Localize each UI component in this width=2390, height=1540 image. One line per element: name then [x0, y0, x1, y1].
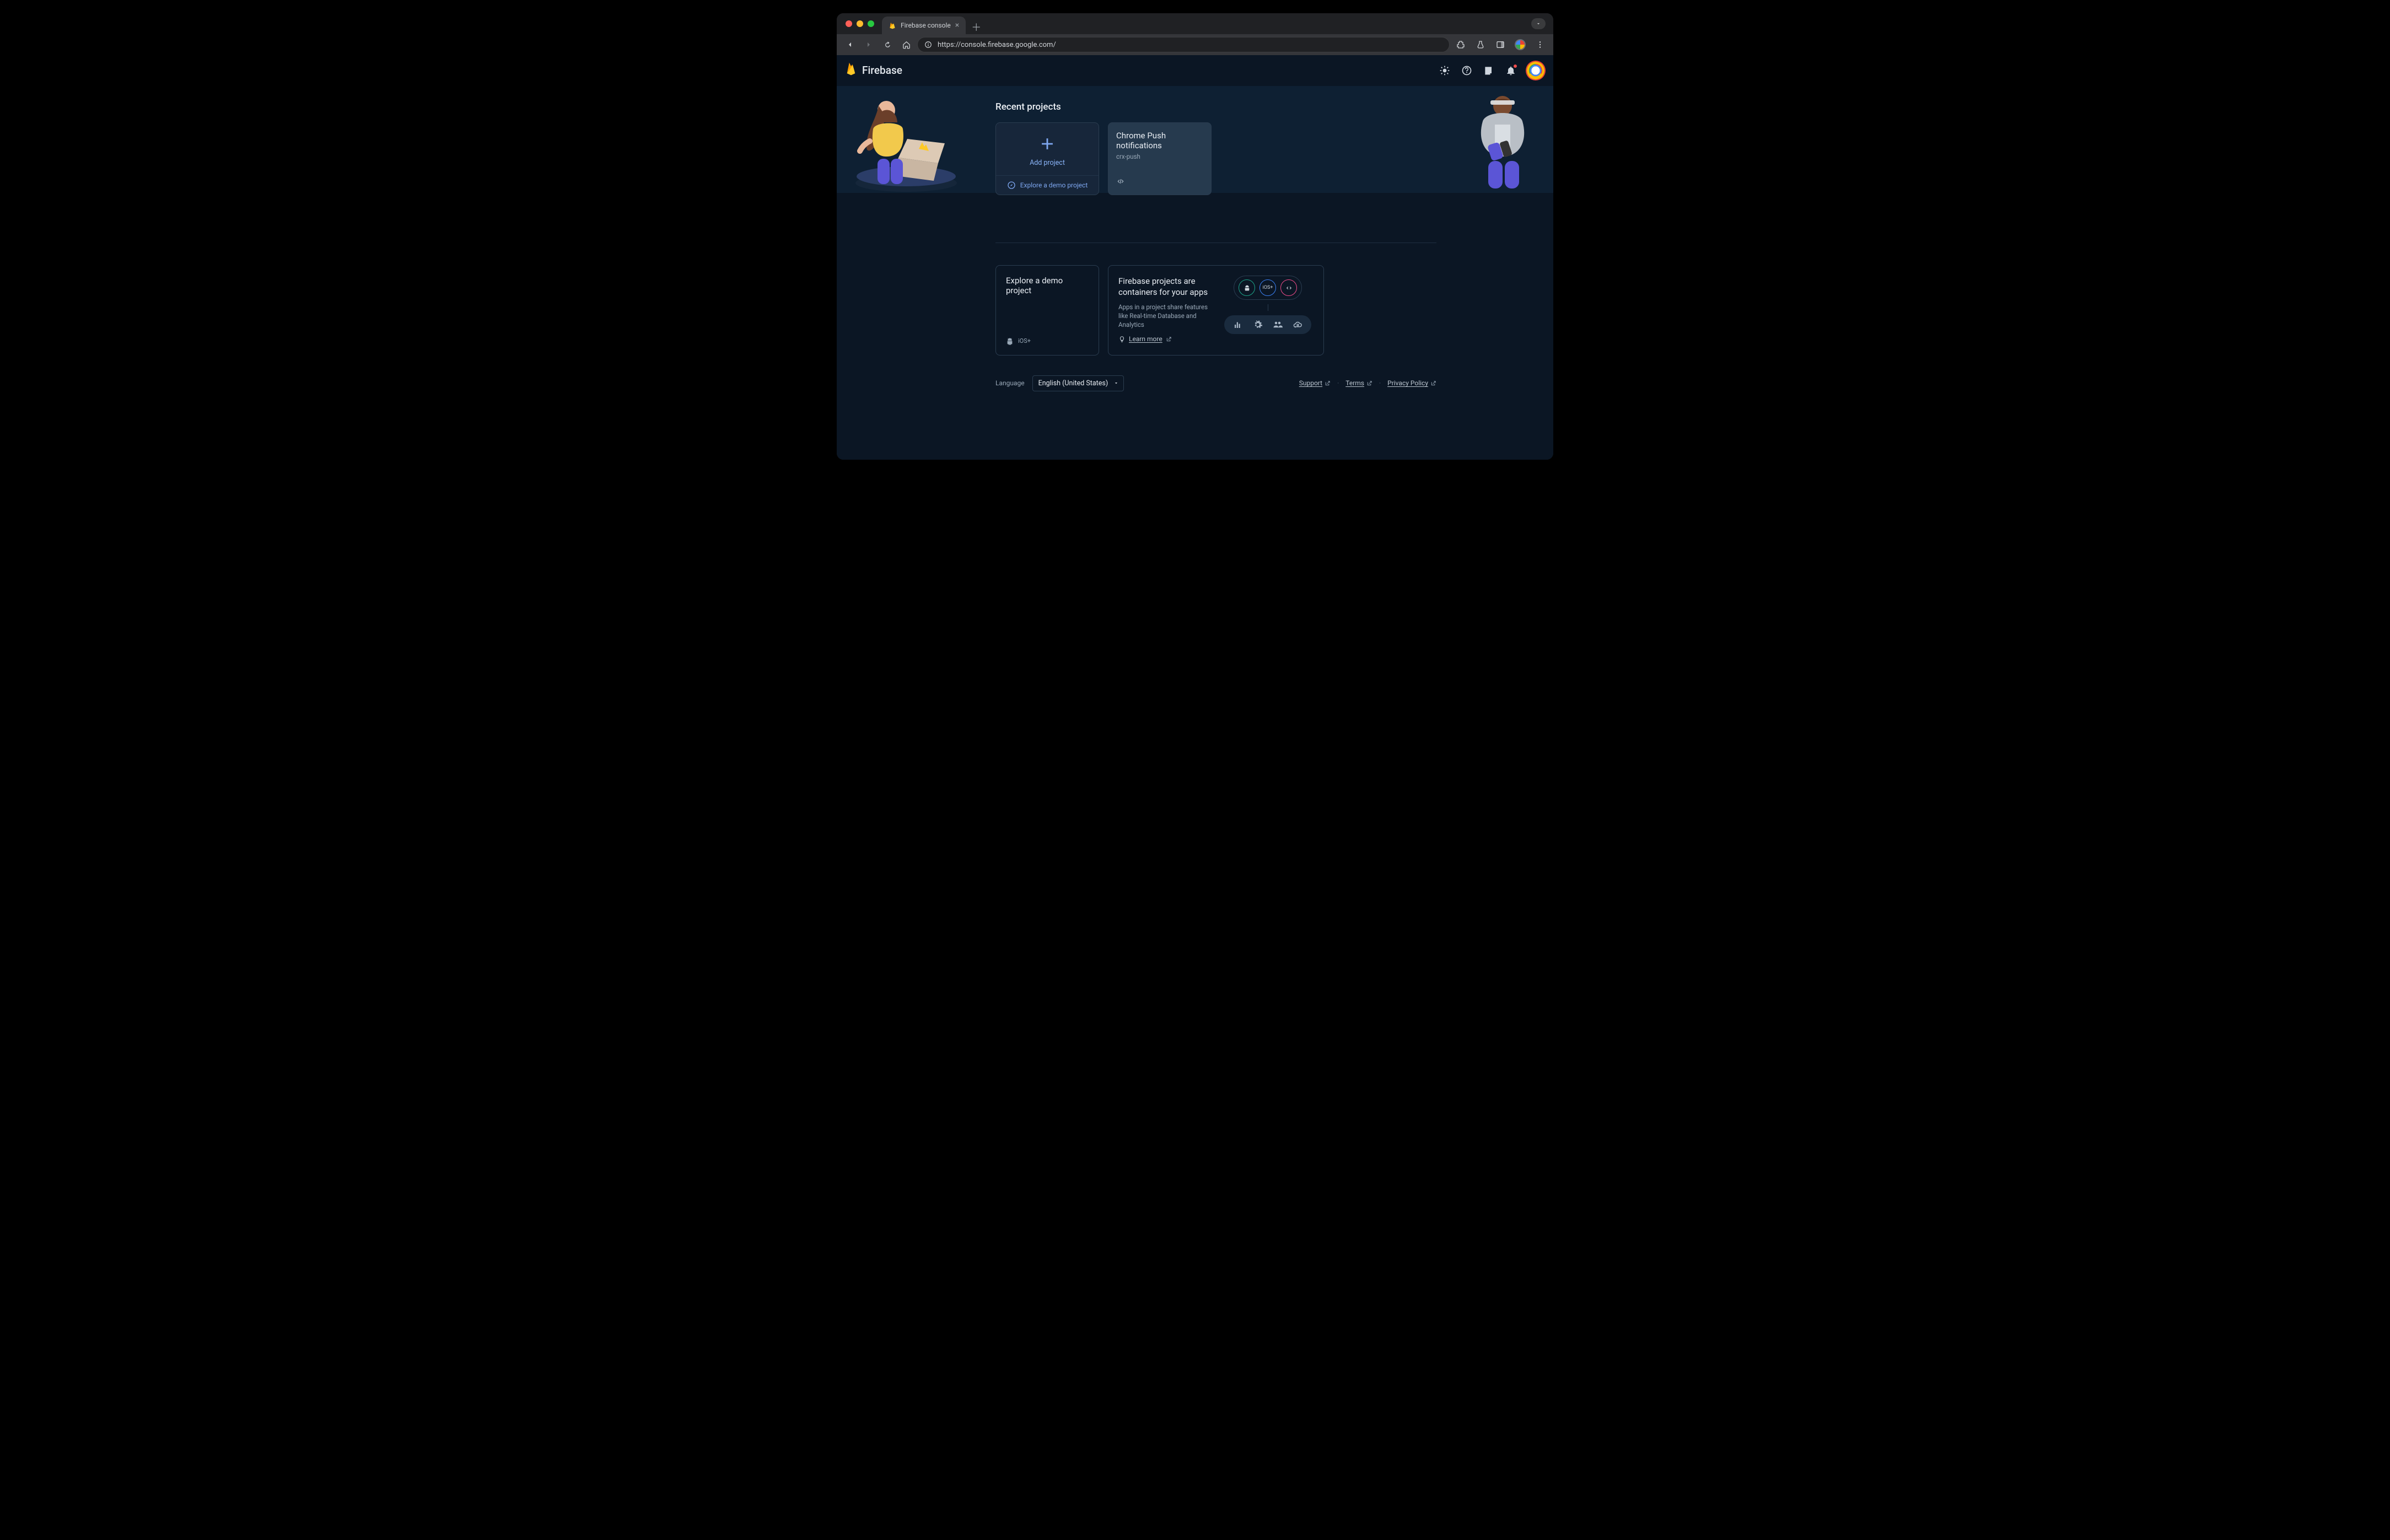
- labs-button[interactable]: [1473, 37, 1488, 52]
- containers-title: Firebase projects are containers for you…: [1118, 276, 1214, 298]
- chevron-down-icon: [1113, 380, 1119, 386]
- hero-illustration-right-icon: [1461, 88, 1543, 193]
- google-account-avatar-icon: [1527, 62, 1544, 79]
- language-value: English (United States): [1038, 379, 1108, 387]
- tabs-dropdown-button[interactable]: [1531, 18, 1546, 29]
- tab-title: Firebase console: [901, 21, 951, 29]
- cloud-icon: [1293, 320, 1302, 330]
- recent-projects-heading: Recent projects: [995, 101, 1436, 112]
- macos-window-controls[interactable]: [841, 13, 879, 34]
- profile-avatar-icon: [1515, 39, 1526, 50]
- external-link-icon: [1166, 336, 1172, 342]
- project-name: Chrome Push notifications: [1116, 131, 1203, 150]
- docs-button[interactable]: [1483, 64, 1495, 77]
- web-platform-icon: [1116, 177, 1125, 186]
- compass-icon: [1007, 181, 1016, 190]
- nav-reload-button[interactable]: [880, 37, 895, 52]
- firebase-logo-icon: [846, 62, 857, 79]
- toolbar-right-icons: [1453, 37, 1548, 52]
- external-link-icon: [1430, 380, 1436, 386]
- footer-privacy-link[interactable]: Privacy Policy: [1387, 379, 1436, 387]
- firebase-brand[interactable]: Firebase: [846, 62, 902, 79]
- project-card[interactable]: Chrome Push notifications crx-push: [1108, 122, 1212, 195]
- ios-platform-label: iOS+: [1018, 337, 1031, 344]
- users-icon: [1273, 320, 1283, 330]
- browser-tab[interactable]: Firebase console ×: [882, 17, 966, 34]
- project-id: crx-push: [1116, 153, 1203, 160]
- platform-chip-row: iOS+: [1234, 276, 1302, 300]
- nav-forward-button[interactable]: [861, 37, 876, 52]
- web-chip-icon: [1280, 279, 1297, 296]
- android-chip-icon: [1239, 279, 1255, 296]
- close-window-icon[interactable]: [846, 20, 852, 27]
- page-footer: Language English (United States) Support…: [995, 375, 1436, 391]
- explore-demo-label: Explore a demo project: [1020, 181, 1088, 189]
- browser-menu-button[interactable]: [1532, 37, 1548, 52]
- add-project-button[interactable]: Add project: [996, 123, 1099, 175]
- containers-description: Apps in a project share features like Re…: [1118, 303, 1214, 329]
- explore-demo-title: Explore a demo project: [1006, 276, 1089, 295]
- help-button[interactable]: [1461, 64, 1473, 77]
- separator: ·: [1379, 379, 1381, 387]
- firebase-header: Firebase: [837, 55, 1553, 86]
- learn-more-text: Learn more: [1129, 335, 1162, 343]
- body-section: Explore a demo project iOS+ Firebase pro…: [995, 243, 1436, 356]
- theme-toggle-button[interactable]: [1439, 64, 1451, 77]
- language-label: Language: [995, 379, 1025, 387]
- services-row: [1224, 315, 1311, 334]
- external-link-icon: [1366, 380, 1372, 386]
- extensions-button[interactable]: [1453, 37, 1468, 52]
- gear-icon: [1253, 320, 1263, 330]
- explore-demo-button[interactable]: Explore a demo project: [996, 175, 1099, 195]
- lightbulb-icon: [1118, 336, 1126, 343]
- address-bar[interactable]: https://console.firebase.google.com/: [917, 37, 1450, 52]
- account-button[interactable]: [1527, 62, 1544, 79]
- profile-button[interactable]: [1512, 37, 1528, 52]
- minimize-window-icon[interactable]: [857, 20, 863, 27]
- separator: ·: [1337, 379, 1339, 387]
- footer-terms-link[interactable]: Terms: [1345, 379, 1372, 387]
- notification-badge-icon: [1512, 63, 1518, 69]
- fullscreen-window-icon[interactable]: [868, 20, 874, 27]
- site-info-icon[interactable]: [924, 41, 932, 49]
- footer-support-link[interactable]: Support: [1299, 379, 1331, 387]
- browser-window: Firebase console × ＋ https://console.fir…: [837, 13, 1553, 460]
- chevron-down-icon: [1536, 21, 1541, 26]
- android-icon: [1006, 337, 1014, 345]
- url-text: https://console.firebase.google.com/: [938, 41, 1056, 49]
- notifications-button[interactable]: [1505, 64, 1517, 77]
- tab-close-icon[interactable]: ×: [955, 21, 959, 29]
- page-viewport: Firebase Recent projects: [837, 55, 1553, 460]
- nav-home-button[interactable]: [898, 37, 914, 52]
- hero-section: Recent projects Add project Explore a de…: [837, 86, 1553, 193]
- learn-more-link[interactable]: Learn more: [1118, 335, 1172, 343]
- analytics-icon: [1233, 320, 1243, 330]
- hero-illustration-left-icon: [846, 88, 961, 193]
- tab-strip: Firebase console × ＋: [837, 13, 1553, 34]
- explore-demo-panel[interactable]: Explore a demo project iOS+: [995, 265, 1099, 356]
- side-panel-button[interactable]: [1493, 37, 1508, 52]
- plus-icon: [1038, 134, 1057, 153]
- language-select[interactable]: English (United States): [1032, 375, 1124, 391]
- ios-chip-icon: iOS+: [1259, 279, 1276, 296]
- firebase-favicon-icon: [889, 21, 896, 29]
- brand-name: Firebase: [862, 64, 902, 77]
- add-project-card: Add project Explore a demo project: [995, 122, 1099, 195]
- containers-info-panel: Firebase projects are containers for you…: [1108, 265, 1324, 356]
- add-project-label: Add project: [1030, 159, 1065, 167]
- nav-back-button[interactable]: [842, 37, 858, 52]
- new-tab-button[interactable]: ＋: [969, 20, 983, 34]
- external-link-icon: [1325, 380, 1331, 386]
- browser-toolbar: https://console.firebase.google.com/: [837, 34, 1553, 55]
